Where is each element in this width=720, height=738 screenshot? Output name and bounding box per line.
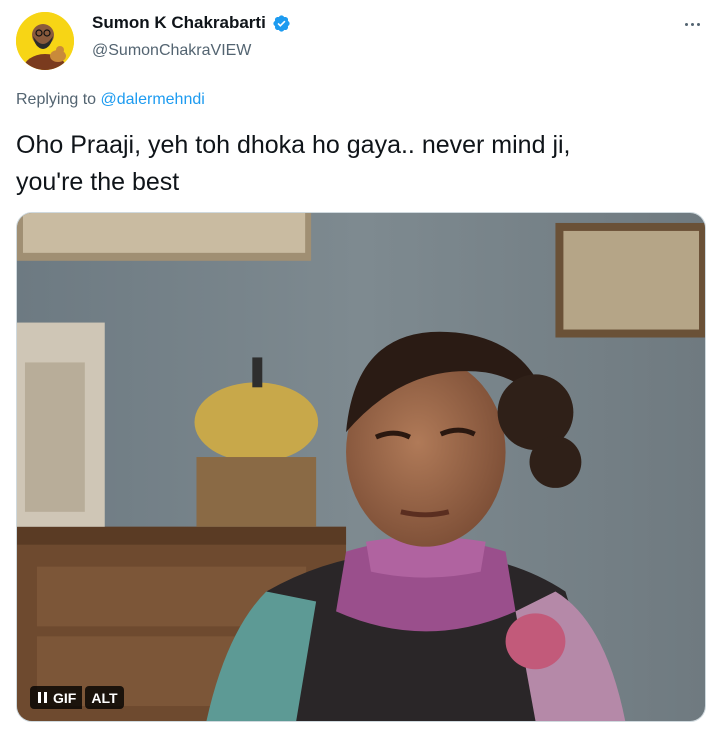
gif-media[interactable]	[16, 212, 706, 722]
more-dot	[696, 22, 700, 26]
tweet-text-line: Oho Praaji, yeh toh dhoka ho gaya.. neve…	[16, 131, 571, 159]
author-display-name[interactable]: Sumon K Chakrabarti	[92, 13, 266, 33]
avatar-illustration-icon	[16, 12, 74, 70]
avatar[interactable]	[16, 12, 74, 70]
verified-badge-icon	[273, 14, 290, 32]
gif-controls: GIF ALT	[30, 686, 124, 709]
gif-badge: GIF	[51, 686, 83, 709]
tweet-text-line: you're the best	[16, 168, 180, 196]
alt-text-button[interactable]: ALT	[85, 686, 124, 709]
replying-to-prefix: Replying to	[16, 91, 101, 108]
pause-button[interactable]	[30, 686, 51, 709]
replying-to: Replying to @dalermehndi	[16, 91, 205, 109]
replying-to-handle-link[interactable]: @dalermehndi	[101, 91, 205, 108]
more-dot	[690, 22, 694, 26]
pause-icon	[38, 692, 47, 703]
tweet-text: Oho Praaji, yeh toh dhoka ho gaya.. neve…	[16, 127, 706, 201]
more-dot	[684, 22, 688, 26]
author-handle[interactable]: @SumonChakraVIEW	[92, 42, 251, 60]
gif-frame-image	[17, 213, 705, 721]
more-icon[interactable]	[680, 14, 704, 34]
